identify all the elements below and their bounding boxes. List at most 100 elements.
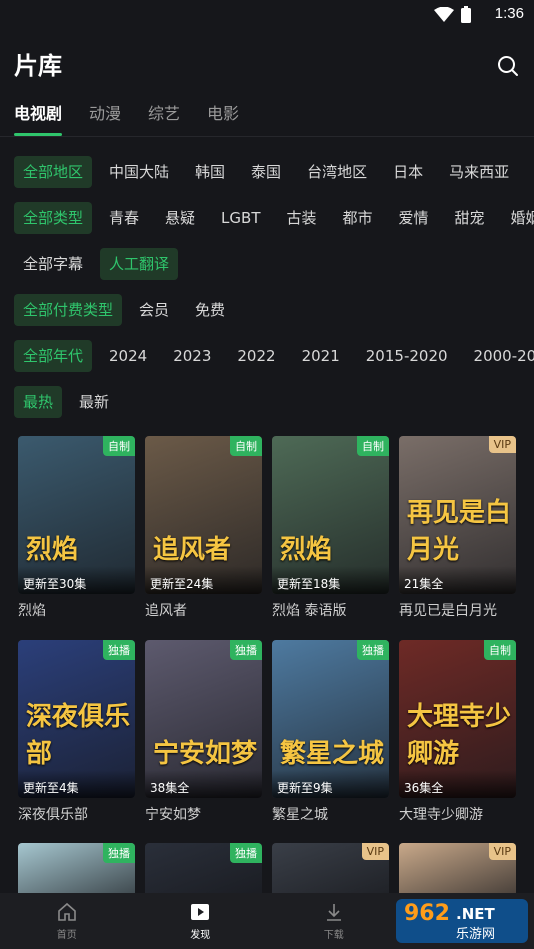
show-card[interactable]: 独播 — [18, 843, 135, 895]
filter-chip-year[interactable]: 全部年代 — [14, 340, 93, 372]
show-card[interactable]: 独播 — [145, 843, 262, 895]
show-badge: VIP — [488, 436, 516, 453]
show-card[interactable]: VIP — [272, 843, 389, 895]
filter-chip-genre[interactable]: 都市 — [334, 202, 382, 234]
status-icons — [434, 6, 472, 24]
filter-chip-year[interactable]: 2024 — [100, 340, 156, 372]
show-card[interactable]: 大理寺少卿游 自制 36集全 大理寺少卿游 — [399, 640, 516, 844]
filter-chip-payment[interactable]: 全部付费类型 — [14, 294, 123, 326]
nav-download[interactable]: 下载 — [267, 893, 400, 949]
poster-title-art: 大理寺少卿游 — [407, 702, 512, 769]
filter-chip-year[interactable]: 2022 — [228, 340, 284, 372]
filter-chip-subtitle[interactable]: 人工翻译 — [100, 248, 179, 280]
poster-title-art: 追风者 — [153, 535, 232, 565]
filter-chip-region[interactable]: 台湾地区 — [298, 156, 376, 188]
category-tabs: 电视剧 动漫 综艺 电影 — [14, 100, 239, 136]
show-title[interactable]: 宁安如梦 — [145, 798, 262, 844]
show-card[interactable]: 追风者 自制 更新至24集 追风者 — [145, 436, 262, 640]
show-title[interactable]: 繁星之城 — [272, 798, 389, 844]
filter-chip-genre[interactable]: 婚姻 — [502, 202, 534, 234]
tab-movies[interactable]: 电影 — [207, 100, 239, 136]
poster-title-art: 烈焰 — [280, 535, 333, 565]
show-poster[interactable]: 独播 — [145, 843, 262, 895]
show-card[interactable]: 烈焰 自制 更新至18集 烈焰 泰语版 — [272, 436, 389, 640]
watermark-number: 962 — [404, 901, 450, 926]
show-badge: 自制 — [103, 436, 135, 456]
show-poster[interactable]: 宁安如梦 独播 38集全 — [145, 640, 262, 798]
tab-anime[interactable]: 动漫 — [89, 100, 121, 136]
filter-chip-year[interactable]: 2021 — [293, 340, 349, 372]
status-bar: 1:36 — [0, 0, 534, 30]
show-card[interactable]: VIP — [399, 843, 516, 895]
poster-title-art: 再见是白月光 — [407, 498, 512, 565]
show-title[interactable]: 深夜俱乐部 — [18, 798, 135, 844]
watermark-logo: 962 .NET 乐游网 — [396, 899, 528, 943]
show-title[interactable]: 大理寺少卿游 — [399, 798, 516, 844]
show-poster[interactable]: 独播 — [18, 843, 135, 895]
filter-chip-sort[interactable]: 最热 — [14, 386, 63, 418]
search-icon — [498, 56, 518, 76]
filter-chip-genre[interactable]: 古装 — [277, 202, 325, 234]
filter-chip-genre[interactable]: 甜宠 — [446, 202, 494, 234]
show-poster[interactable]: VIP — [399, 843, 516, 895]
show-card[interactable]: 繁星之城 独播 更新至9集 繁星之城 — [272, 640, 389, 844]
show-poster[interactable]: 烈焰 自制 更新至18集 — [272, 436, 389, 594]
show-card[interactable]: 宁安如梦 独播 38集全 宁安如梦 — [145, 640, 262, 844]
filter-chip-payment[interactable]: 免费 — [186, 294, 234, 326]
filter-chip-genre[interactable]: 爱情 — [390, 202, 438, 234]
show-poster[interactable]: 再见是白月光 VIP 21集全 — [399, 436, 516, 594]
filter-chip-region[interactable]: 日本 — [384, 156, 432, 188]
filter-subtitle: 全部字幕 人工翻译 — [14, 248, 179, 280]
show-title[interactable]: 烈焰 泰语版 — [272, 594, 389, 640]
nav-home-label: 首页 — [56, 930, 77, 941]
show-poster[interactable]: 繁星之城 独播 更新至9集 — [272, 640, 389, 798]
filter-chip-year[interactable]: 2023 — [164, 340, 220, 372]
tab-variety[interactable]: 综艺 — [148, 100, 180, 136]
show-badge: 独播 — [230, 640, 262, 660]
filter-year: 全部年代 2024 2023 2022 2021 2015-2020 2000-… — [14, 340, 534, 372]
filter-chip-year[interactable]: 2000-2014 — [465, 340, 534, 372]
filter-chip-subtitle[interactable]: 全部字幕 — [14, 248, 92, 280]
show-card[interactable]: 烈焰 自制 更新至30集 烈焰 — [18, 436, 135, 640]
filter-chip-sort[interactable]: 最新 — [70, 386, 118, 418]
show-title[interactable]: 追风者 — [145, 594, 262, 640]
show-card[interactable]: 再见是白月光 VIP 21集全 再见已是白月光 — [399, 436, 516, 640]
episode-status: 38集全 — [145, 770, 262, 798]
show-poster[interactable]: VIP — [272, 843, 389, 895]
filter-chip-payment[interactable]: 会员 — [130, 294, 178, 326]
tab-tv-series[interactable]: 电视剧 — [14, 100, 63, 136]
filter-chip-genre[interactable]: 全部类型 — [14, 202, 93, 234]
play-icon — [191, 904, 210, 920]
episode-status: 更新至4集 — [18, 770, 135, 798]
watermark-site: 乐游网 — [456, 927, 496, 942]
filter-genre: 全部类型 青春 悬疑 LGBT 古装 都市 爱情 甜宠 婚姻 — [14, 202, 534, 234]
show-title[interactable]: 再见已是白月光 — [399, 594, 516, 640]
poster-title-art: 繁星之城 — [280, 739, 385, 769]
nav-download-label: 下载 — [323, 930, 344, 941]
show-card[interactable]: 深夜俱乐部 独播 更新至4集 深夜俱乐部 — [18, 640, 135, 844]
header: 片库 — [14, 48, 520, 84]
show-title[interactable]: 烈焰 — [18, 594, 135, 640]
search-button[interactable] — [496, 54, 520, 78]
filter-chip-region[interactable]: 泰国 — [242, 156, 290, 188]
nav-home[interactable]: 首页 — [0, 893, 133, 949]
show-badge: 自制 — [484, 640, 516, 660]
filter-chip-genre[interactable]: LGBT — [212, 202, 269, 234]
show-poster[interactable]: 烈焰 自制 更新至30集 — [18, 436, 135, 594]
filter-chip-region[interactable]: 全部地区 — [14, 156, 93, 188]
show-poster[interactable]: 深夜俱乐部 独播 更新至4集 — [18, 640, 135, 798]
show-poster[interactable]: 大理寺少卿游 自制 36集全 — [399, 640, 516, 798]
filter-chip-genre[interactable]: 悬疑 — [156, 202, 204, 234]
filter-chip-region[interactable]: 美 — [526, 156, 534, 188]
filter-chip-year[interactable]: 2015-2020 — [357, 340, 457, 372]
nav-discover[interactable]: 发现 — [134, 893, 267, 949]
episode-status: 21集全 — [399, 566, 516, 594]
filter-chip-region[interactable]: 马来西亚 — [440, 156, 518, 188]
show-badge: VIP — [488, 843, 516, 860]
filter-chip-genre[interactable]: 青春 — [100, 202, 148, 234]
show-badge: 独播 — [230, 843, 262, 863]
show-poster[interactable]: 追风者 自制 更新至24集 — [145, 436, 262, 594]
filter-chip-region[interactable]: 韩国 — [186, 156, 234, 188]
filter-chip-region[interactable]: 中国大陆 — [100, 156, 178, 188]
download-icon — [326, 904, 341, 921]
